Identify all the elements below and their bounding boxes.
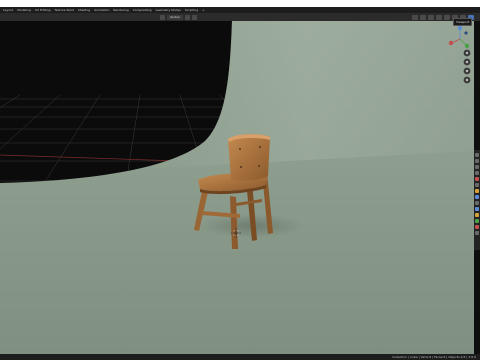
xray-toggle-icon[interactable] <box>436 14 442 20</box>
gizmo-tooltip: Viewport <box>453 18 473 26</box>
proportional-edit-icon[interactable] <box>191 14 197 20</box>
visibility-icon[interactable] <box>412 14 418 20</box>
blender-window: Layout Modeling UV Editing Texture Paint… <box>0 0 480 360</box>
texture-properties-icon[interactable] <box>475 231 479 235</box>
tool-properties-icon[interactable] <box>475 153 479 157</box>
modifier-properties-icon[interactable] <box>475 195 479 199</box>
particles-properties-icon[interactable] <box>475 201 479 205</box>
object-properties-icon[interactable] <box>475 189 479 193</box>
status-bar: Collection | Cube | Verts:8 | Faces:6 | … <box>0 354 480 360</box>
data-properties-icon[interactable] <box>475 219 479 223</box>
wireframe-shading-icon[interactable] <box>444 14 450 20</box>
output-properties-icon[interactable] <box>475 165 479 169</box>
orientation-icon[interactable] <box>160 14 165 20</box>
transform-orientation-dropdown[interactable]: Global <box>167 14 183 20</box>
properties-tab-strip <box>474 150 480 250</box>
world-properties-icon[interactable] <box>475 183 479 187</box>
constraints-properties-icon[interactable] <box>475 213 479 217</box>
material-properties-icon[interactable] <box>475 225 479 229</box>
3d-viewport[interactable] <box>0 21 474 357</box>
render-properties-icon[interactable] <box>475 159 479 163</box>
physics-properties-icon[interactable] <box>475 207 479 211</box>
transform-controls: Global <box>160 14 197 20</box>
scene-properties-icon[interactable] <box>475 177 479 181</box>
title-bar <box>0 0 480 7</box>
viewport-header: Global <box>0 13 480 21</box>
gizmo-toggle-icon[interactable] <box>420 14 426 20</box>
snap-icon[interactable] <box>184 14 190 20</box>
overlay-toggle-icon[interactable] <box>428 14 434 20</box>
scene-statistics: Collection | Cube | Verts:8 | Faces:6 | … <box>392 355 476 359</box>
view-layer-properties-icon[interactable] <box>475 171 479 175</box>
viewport-scene <box>0 21 474 357</box>
